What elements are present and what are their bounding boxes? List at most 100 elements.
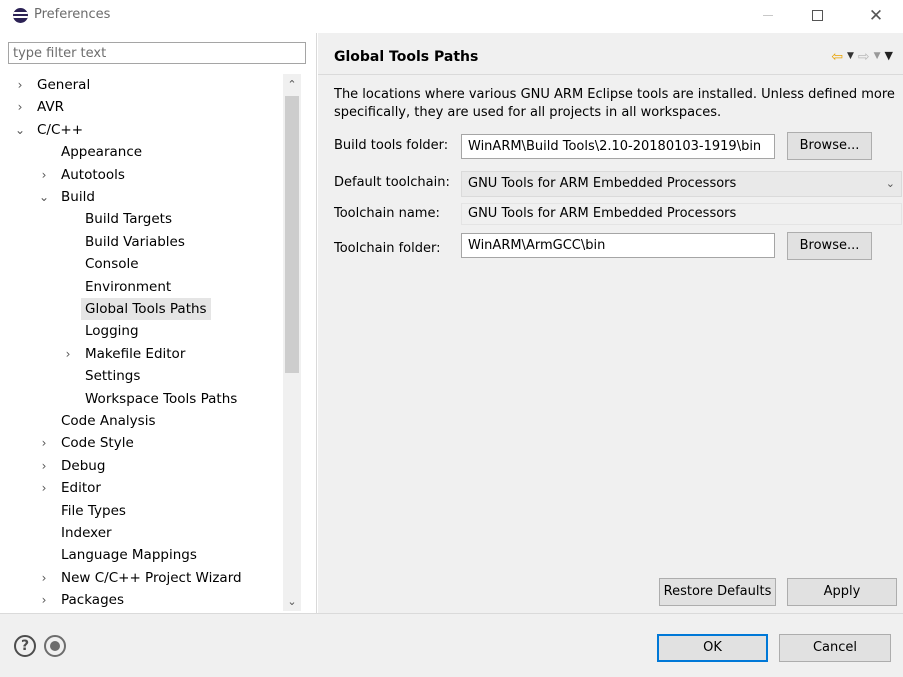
window-title: Preferences — [34, 7, 111, 22]
page-description: The locations where various GNU ARM Ecli… — [334, 87, 895, 120]
tree-item[interactable]: Environment — [8, 276, 278, 298]
tree-item-label: Appearance — [61, 144, 143, 160]
back-dropdown-icon[interactable]: ▼ — [847, 49, 854, 65]
tree-item-label: Makefile Editor — [85, 346, 186, 362]
tree-item[interactable]: › Packages — [8, 589, 278, 611]
forward-arrow-icon[interactable]: ⇨ — [858, 49, 870, 65]
tree-item-label: Language Mappings — [61, 547, 197, 563]
scroll-down-icon[interactable]: ⌄ — [283, 593, 301, 611]
title-bar: Preferences ✕ — [0, 0, 903, 31]
tree-item-label: Console — [85, 256, 139, 272]
maximize-button[interactable] — [794, 0, 840, 31]
scroll-up-icon[interactable]: ⌃ — [283, 76, 301, 94]
default-toolchain-select[interactable]: GNU Tools for ARM Embedded Processors ⌄ — [461, 171, 902, 197]
pane-divider[interactable] — [316, 33, 317, 613]
tree-item[interactable]: › Editor — [8, 477, 278, 499]
ok-button[interactable]: OK — [657, 634, 768, 662]
tree-item[interactable]: ⌄ Build — [8, 186, 278, 208]
preferences-tree-pane: › General › AVR ⌄ C/C++ Appearance › Autotools ⌄ B… — [0, 38, 310, 611]
preferences-tree: › General › AVR ⌄ C/C++ Appearance › Autotools ⌄ B… — [8, 74, 283, 611]
tree-item-label: Build Variables — [85, 234, 185, 250]
collapsed-chevron-icon[interactable]: › — [14, 74, 26, 96]
collapsed-chevron-icon[interactable]: › — [38, 567, 50, 589]
build-tools-folder-input[interactable] — [461, 134, 775, 159]
tree-item[interactable]: Appearance — [8, 141, 278, 163]
tree-item-label: C/C++ — [37, 122, 84, 138]
apply-button[interactable]: Apply — [787, 578, 897, 606]
filter-input[interactable] — [8, 42, 306, 64]
tree-item[interactable]: Settings — [8, 365, 278, 387]
tree-item-label: Debug — [61, 458, 106, 474]
tree-item[interactable]: Logging — [8, 320, 278, 342]
tree-item-label: Workspace Tools Paths — [85, 391, 238, 407]
tree-item-label: Autotools — [61, 167, 125, 183]
close-icon: ✕ — [868, 5, 884, 26]
record-dot — [50, 641, 60, 651]
tree-item-label: Build Targets — [85, 211, 172, 227]
collapsed-chevron-icon[interactable]: › — [62, 343, 74, 365]
scroll-thumb[interactable] — [285, 96, 299, 373]
back-arrow-icon[interactable]: ⇦ — [831, 49, 843, 65]
tree-item[interactable]: › AVR — [8, 96, 278, 118]
tree-item-label: Build — [61, 189, 95, 205]
close-button[interactable]: ✕ — [853, 0, 899, 31]
view-menu-icon[interactable]: ▼ — [885, 49, 893, 65]
toolchain-name-label: Toolchain name: — [334, 206, 440, 221]
toolchain-folder-input[interactable] — [461, 233, 775, 258]
tree-item[interactable]: Workspace Tools Paths — [8, 388, 278, 410]
tree-item[interactable]: File Types — [8, 500, 278, 522]
tree-item[interactable]: Build Targets — [8, 208, 278, 230]
build-tools-browse-button[interactable]: Browse... — [787, 132, 872, 160]
tree-item[interactable]: › Autotools — [8, 164, 278, 186]
tree-item[interactable]: Code Analysis — [8, 410, 278, 432]
record-macro-icon[interactable] — [44, 635, 66, 657]
tree-item[interactable]: › Makefile Editor — [8, 343, 278, 365]
eclipse-logo-icon — [13, 8, 28, 23]
tree-item-label: Global Tools Paths — [81, 298, 211, 320]
tree-item[interactable]: › New C/C++ Project Wizard — [8, 567, 278, 589]
restore-defaults-button[interactable]: Restore Defaults — [659, 578, 776, 606]
expanded-chevron-icon[interactable]: ⌄ — [38, 186, 50, 208]
collapsed-chevron-icon[interactable]: › — [38, 164, 50, 186]
cancel-button[interactable]: Cancel — [779, 634, 891, 662]
tree-item[interactable]: Global Tools Paths — [8, 298, 278, 320]
page-title: Global Tools Paths — [334, 49, 479, 65]
tree-item[interactable]: Console — [8, 253, 278, 275]
toolchain-name-field: GNU Tools for ARM Embedded Processors — [461, 203, 902, 225]
tree-item-label: Environment — [85, 279, 172, 295]
help-icon[interactable]: ? — [14, 635, 36, 657]
collapsed-chevron-icon[interactable]: › — [38, 432, 50, 454]
tree-item[interactable]: › Code Style — [8, 432, 278, 454]
tree-item-label: Settings — [85, 368, 141, 384]
tree-item[interactable]: › General — [8, 74, 278, 96]
collapsed-chevron-icon[interactable]: › — [38, 589, 50, 611]
tree-item-label: File Types — [61, 503, 126, 519]
maximize-icon — [811, 10, 823, 21]
tree-item[interactable]: Language Mappings — [8, 544, 278, 566]
collapsed-chevron-icon[interactable]: › — [38, 455, 50, 477]
tree-item-label: Editor — [61, 480, 101, 496]
tree-item[interactable]: Build Variables — [8, 231, 278, 253]
expanded-chevron-icon[interactable]: ⌄ — [14, 119, 26, 141]
toolchain-folder-browse-button[interactable]: Browse... — [787, 232, 872, 260]
tree-item-label: New C/C++ Project Wizard — [61, 570, 242, 586]
collapsed-chevron-icon[interactable]: › — [38, 477, 50, 499]
tree-item[interactable]: ⌄ C/C++ — [8, 119, 278, 141]
tree-item[interactable]: › Debug — [8, 455, 278, 477]
tree-item[interactable]: Indexer — [8, 522, 278, 544]
default-toolchain-value: GNU Tools for ARM Embedded Processors — [468, 176, 737, 191]
collapsed-chevron-icon[interactable]: › — [14, 96, 26, 118]
toolchain-folder-label: Toolchain folder: — [334, 241, 441, 256]
minimize-button[interactable] — [745, 0, 791, 31]
forward-dropdown-icon[interactable]: ▼ — [874, 49, 881, 65]
